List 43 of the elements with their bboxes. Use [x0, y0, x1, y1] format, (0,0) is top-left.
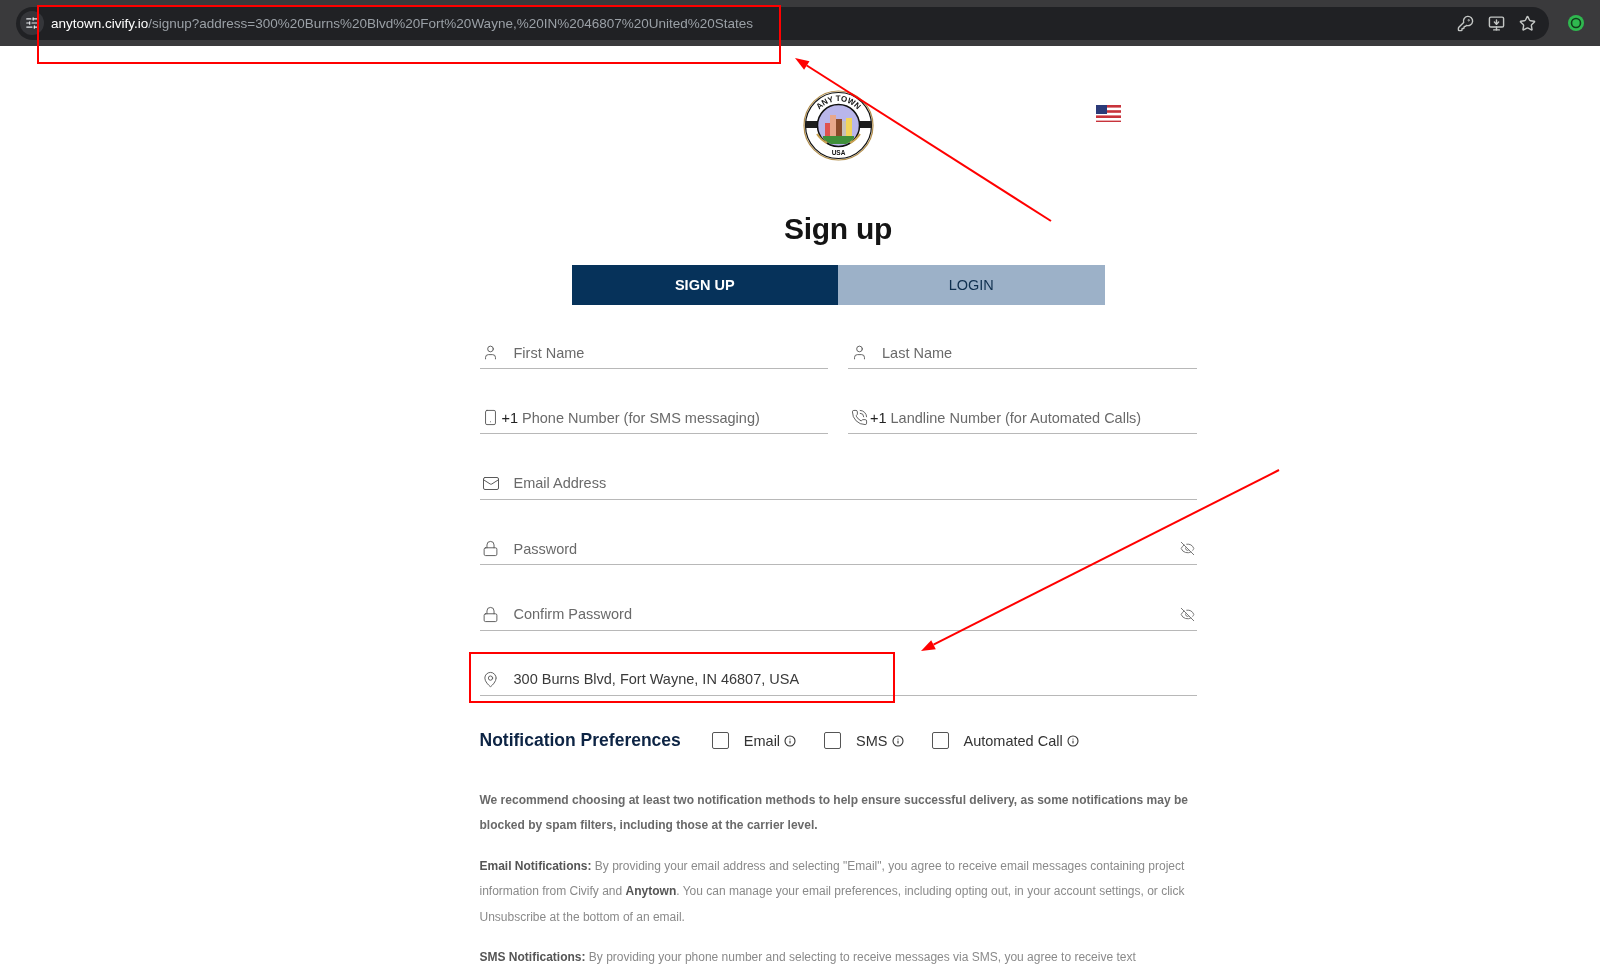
address-bar[interactable]: anytown.civify.io/signup?address=300%20Burns%20Blvd%20Fort%20Wayne,%20IN%2046807%20United%20States	[16, 6, 1549, 40]
eye-slash-icon[interactable]	[1179, 541, 1195, 557]
info-icon[interactable]	[784, 734, 797, 747]
email-field[interactable]: Email Address	[513, 471, 1197, 496]
map-pin-icon	[482, 670, 499, 688]
site-settings-icon[interactable]	[20, 11, 44, 35]
password-field[interactable]: Confirm Password	[513, 602, 1180, 627]
monitor-download-icon[interactable]	[1488, 14, 1505, 32]
consent-text: We recommend choosing at least two notification methods to help ensure successful delivery, as some notifications may be blocked by spam filters, including those at the carrier level.	[479, 791, 1189, 835]
phone-field[interactable]: Phone Number (for SMS messaging)	[522, 405, 828, 430]
checkbox-label: SMS	[856, 732, 888, 749]
key-icon[interactable]	[1457, 14, 1474, 32]
tab[interactable]: LOGIN	[838, 265, 1105, 305]
consent-text: SMS Notifications: By providing your phone number and selecting to receive messages via SMS, you agree to receive text	[479, 949, 1137, 967]
checkbox-label: Automated Call	[963, 732, 1063, 749]
us-flag-icon[interactable]	[1095, 105, 1121, 122]
name-field[interactable]: Last Name	[882, 340, 1197, 365]
eye-slash-icon[interactable]	[1179, 606, 1195, 622]
info-icon[interactable]	[891, 734, 904, 747]
padlock-icon	[482, 540, 499, 558]
section-heading: Notification Preferences	[479, 730, 681, 752]
phone-icon	[850, 409, 868, 427]
person-icon	[482, 344, 499, 361]
landline-field[interactable]: Landline Number (for Automated Calls)	[890, 405, 1197, 430]
address-field[interactable]: 300 Burns Blvd, Fort Wayne, IN 46807, USA	[513, 667, 1197, 692]
town-seal-logo	[802, 90, 874, 161]
star-icon[interactable]	[1519, 14, 1536, 32]
name-field[interactable]: First Name	[513, 340, 828, 365]
page-title: Sign up	[783, 211, 893, 247]
checkbox[interactable]	[711, 732, 729, 750]
checkbox[interactable]	[931, 732, 949, 750]
checkbox[interactable]	[824, 732, 842, 750]
padlock-icon	[482, 605, 499, 623]
tab[interactable]: SIGN UP	[571, 265, 838, 305]
info-icon[interactable]	[1066, 734, 1079, 747]
consent-text: Email Notifications: By providing your email address and selecting "Email", you agree to receive email messages containing project information from Civify and Anytown. You can manage your email preferences, including opting out, in your account settings, or click Unsubscribe at the bottom of an email.	[479, 857, 1186, 926]
extension-icon[interactable]	[1568, 15, 1584, 31]
country-code-prefix: +1	[870, 409, 887, 426]
password-field[interactable]: Password	[513, 536, 1180, 561]
checkbox-label: Email	[743, 732, 781, 749]
country-code-prefix: +1	[501, 409, 519, 426]
smartphone-icon	[482, 409, 499, 427]
url-text[interactable]: anytown.civify.io/signup?address=300%20Burns%20Blvd%20Fort%20Wayne,%20IN%2046807%20United%20States	[51, 15, 1457, 31]
